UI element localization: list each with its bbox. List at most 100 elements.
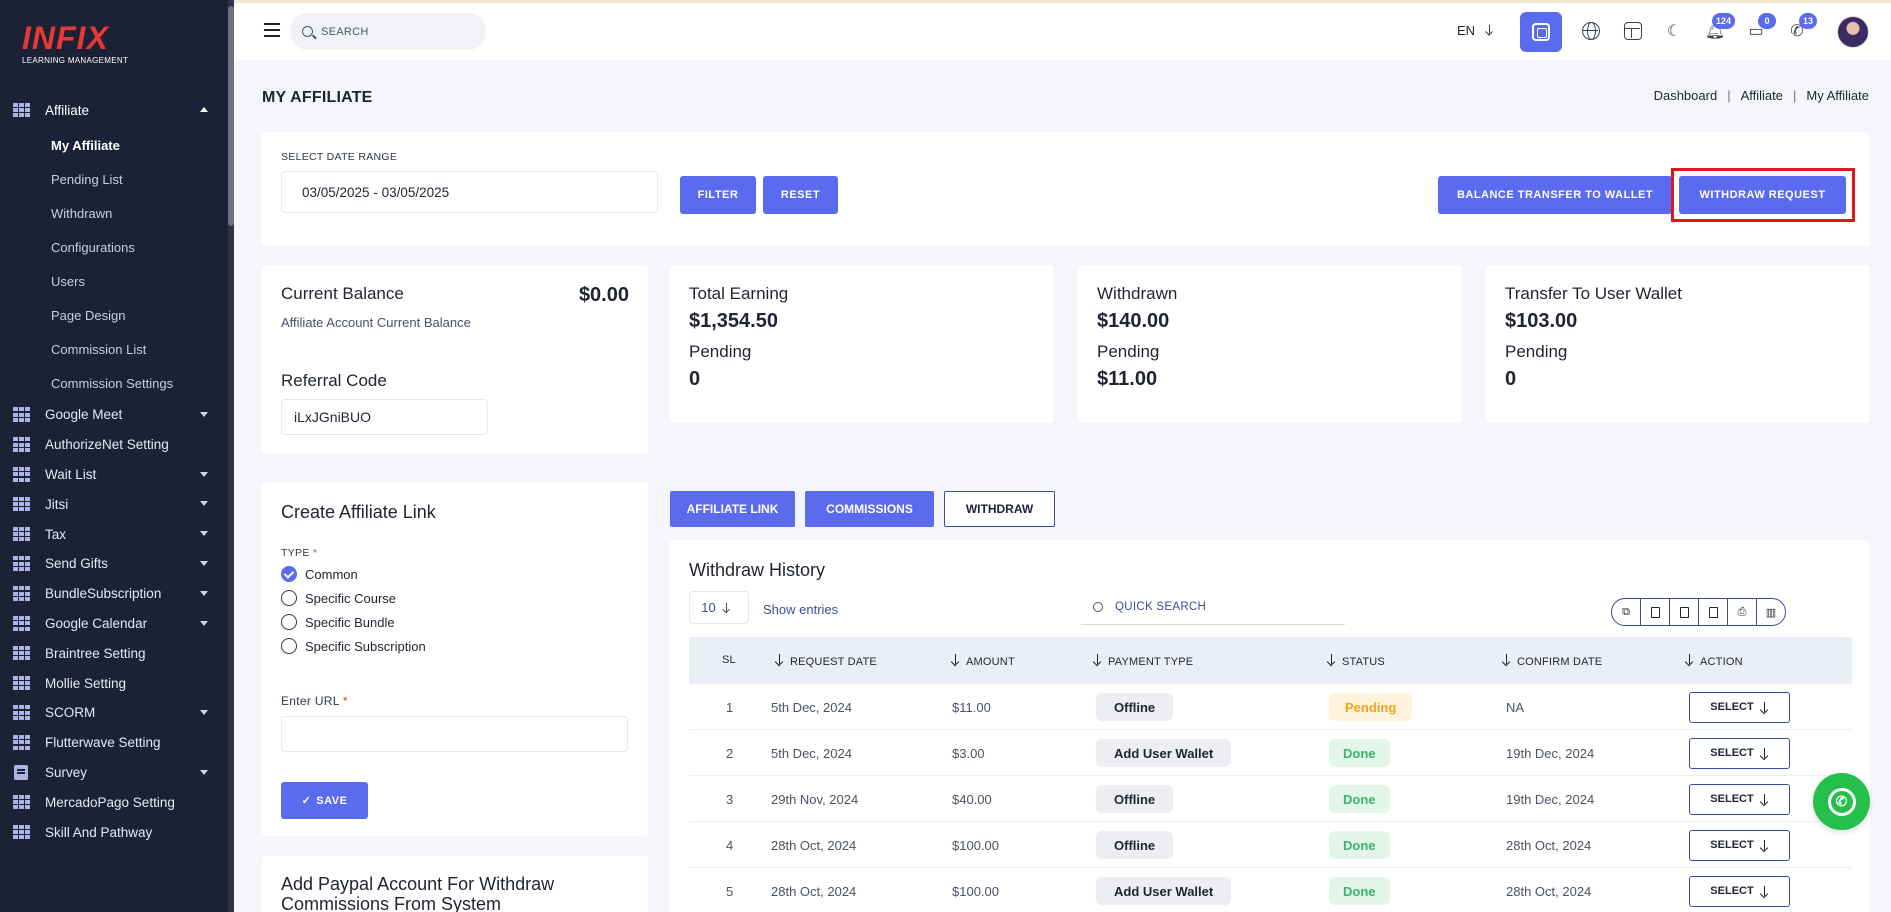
- chevron-down-icon: [200, 412, 208, 417]
- sidebar-subitem-page-design[interactable]: Page Design: [0, 298, 228, 332]
- sidebar-item-flutterwave-setting[interactable]: Flutterwave Setting: [0, 728, 228, 758]
- action-select-button[interactable]: SELECT: [1689, 875, 1790, 907]
- sidebar-item-mollie-setting[interactable]: Mollie Setting: [0, 668, 228, 698]
- sidebar-subitem-commission-settings[interactable]: Commission Settings: [0, 366, 228, 400]
- type-label: TYPE *: [281, 547, 318, 559]
- radio-specific-bundle[interactable]: Specific Bundle: [281, 610, 426, 634]
- sidebar-item-google-calendar[interactable]: Google Calendar: [0, 609, 228, 639]
- action-select-button[interactable]: SELECT: [1689, 691, 1790, 723]
- grid-icon: [13, 824, 30, 840]
- column-header-amount[interactable]: AMOUNT: [951, 654, 1015, 668]
- search-input[interactable]: SEARCH: [290, 13, 486, 50]
- sidebar-subitem-users[interactable]: Users: [0, 264, 228, 298]
- breadcrumb-affiliate[interactable]: Affiliate: [1741, 88, 1783, 103]
- page-title: MY AFFILIATE: [262, 89, 373, 106]
- url-input[interactable]: [281, 716, 628, 752]
- stat-card-0: Total Earning $1,354.50 Pending 0: [670, 265, 1054, 423]
- sidebar-subitem-withdrawn[interactable]: Withdrawn: [0, 196, 228, 230]
- cell-request-date: 5th Dec, 2024: [771, 745, 852, 761]
- sidebar-item-label: Jitsi: [45, 496, 69, 512]
- csv-button[interactable]: [1641, 599, 1670, 625]
- action-select-button[interactable]: SELECT: [1689, 829, 1790, 861]
- arrow-down-icon: [1760, 885, 1769, 897]
- referral-code-field[interactable]: iLxJGniBUO: [281, 399, 488, 435]
- sidebar-subitem-commission-list[interactable]: Commission List: [0, 332, 228, 366]
- column-header-sl[interactable]: SL: [722, 654, 736, 666]
- whatsapp-button[interactable]: ✆ 13: [1785, 13, 1817, 43]
- stat-pending-label: Pending: [1097, 342, 1160, 361]
- filter-button[interactable]: FILTER: [680, 176, 756, 214]
- sidebar-item-braintree-setting[interactable]: Braintree Setting: [0, 638, 228, 668]
- pdf-button[interactable]: [1699, 599, 1728, 625]
- payment-type-badge: Offline: [1096, 831, 1174, 859]
- sidebar-subitem-my-affiliate[interactable]: My Affiliate: [0, 128, 228, 162]
- notifications-button[interactable]: 🔔︎ 124: [1703, 13, 1735, 43]
- sidebar-item-send-gifts[interactable]: Send Gifts: [0, 549, 228, 579]
- logo[interactable]: INFIX LEARNING MANAGEMENT: [22, 22, 128, 65]
- balance-transfer-button[interactable]: BALANCE TRANSFER TO WALLET: [1438, 176, 1672, 214]
- sidebar-item-label: Skill And Pathway: [45, 824, 153, 840]
- quick-search-input[interactable]: QUICK SEARCH: [1081, 590, 1345, 625]
- sidebar-scrollbar[interactable]: [228, 0, 234, 912]
- cell-sl: 2: [726, 745, 734, 761]
- tab-withdraw[interactable]: WITHDRAW: [944, 491, 1055, 527]
- tab-affiliate-link[interactable]: AFFILIATE LINK: [670, 491, 795, 527]
- sidebar-item-authorizenet-setting[interactable]: AuthorizeNet Setting: [0, 430, 228, 460]
- whatsapp-badge: 13: [1798, 13, 1817, 29]
- withdraw-request-highlight: [1671, 168, 1855, 222]
- sidebar-item-affiliate[interactable]: Affiliate: [0, 92, 228, 128]
- language-selector[interactable]: EN: [1457, 23, 1500, 38]
- stat-value: $140.00: [1097, 310, 1170, 332]
- tab-commissions[interactable]: COMMISSIONS: [805, 491, 934, 527]
- column-header-payment-type[interactable]: PAYMENT TYPE: [1093, 654, 1193, 668]
- whatsapp-float-button[interactable]: ✆: [1813, 773, 1870, 830]
- table-row: 1 5th Dec, 2024 $11.00 Offline Pending NA SELE…: [689, 684, 1852, 730]
- current-balance-card: Current Balance $0.00 Affiliate Account …: [262, 265, 648, 355]
- sidebar-item-wait-list[interactable]: Wait List: [0, 460, 228, 490]
- copy-icon: ⧉: [1622, 605, 1630, 618]
- radio-common[interactable]: Common: [281, 562, 426, 586]
- sidebar-item-scorm[interactable]: SCORM: [0, 698, 228, 728]
- save-button[interactable]: ✓ SAVE: [281, 782, 368, 819]
- layout-button[interactable]: [1621, 19, 1645, 43]
- website-button[interactable]: [1579, 19, 1603, 43]
- sidebar-item-survey[interactable]: Survey: [0, 758, 228, 788]
- status-badge: Pending: [1329, 693, 1413, 721]
- sidebar-item-label: Google Meet: [45, 407, 123, 423]
- print-button[interactable]: ⎙: [1728, 599, 1757, 625]
- sidebar-item-mercadopago-setting[interactable]: MercadoPago Setting: [0, 787, 228, 817]
- entries-select[interactable]: 10: [689, 591, 749, 624]
- radio-specific-course[interactable]: Specific Course: [281, 586, 426, 610]
- chevron-down-icon: [200, 560, 208, 566]
- sidebar-item-tax[interactable]: Tax: [0, 519, 228, 549]
- column-header-confirm-date[interactable]: CONFIRM DATE: [1502, 654, 1602, 668]
- radio-specific-subscription[interactable]: Specific Subscription: [281, 634, 426, 658]
- column-header-request-date[interactable]: REQUEST DATE: [775, 654, 877, 668]
- action-select-button[interactable]: SELECT: [1689, 737, 1790, 769]
- messages-button[interactable]: ▭ 0: [1744, 13, 1776, 43]
- cell-sl: 3: [726, 791, 734, 807]
- excel-button[interactable]: [1670, 599, 1699, 625]
- stat-card-1: Withdrawn $140.00 Pending $11.00: [1078, 265, 1462, 423]
- sidebar-subitem-configurations[interactable]: Configurations: [0, 230, 228, 264]
- cpu-button[interactable]: [1520, 12, 1562, 52]
- column-header-action[interactable]: ACTION: [1685, 654, 1743, 668]
- sidebar-subitem-pending-list[interactable]: Pending List: [0, 162, 228, 196]
- sidebar-item-google-meet[interactable]: Google Meet: [0, 400, 228, 430]
- stat-pending-label: Pending: [1505, 342, 1568, 361]
- date-range-input[interactable]: 03/05/2025 - 03/05/2025: [281, 171, 658, 213]
- column-header-status[interactable]: STATUS: [1327, 654, 1385, 668]
- avatar[interactable]: [1837, 16, 1869, 48]
- sidebar-item-jitsi[interactable]: Jitsi: [0, 489, 228, 519]
- menu-icon[interactable]: [264, 23, 280, 37]
- sidebar-item-bundlesubscription[interactable]: BundleSubscription: [0, 579, 228, 609]
- sidebar-item-label: Flutterwave Setting: [45, 735, 161, 751]
- sidebar-item-skill-and-pathway[interactable]: Skill And Pathway: [0, 817, 228, 847]
- action-select-button[interactable]: SELECT: [1689, 783, 1790, 815]
- withdraw-history-title: Withdraw History: [689, 560, 826, 580]
- breadcrumb-dashboard[interactable]: Dashboard: [1654, 88, 1718, 103]
- copy-button[interactable]: ⧉: [1612, 599, 1641, 625]
- reset-button[interactable]: RESET: [763, 176, 838, 214]
- theme-toggle[interactable]: ☾: [1662, 19, 1686, 43]
- columns-button[interactable]: ▥: [1757, 599, 1785, 625]
